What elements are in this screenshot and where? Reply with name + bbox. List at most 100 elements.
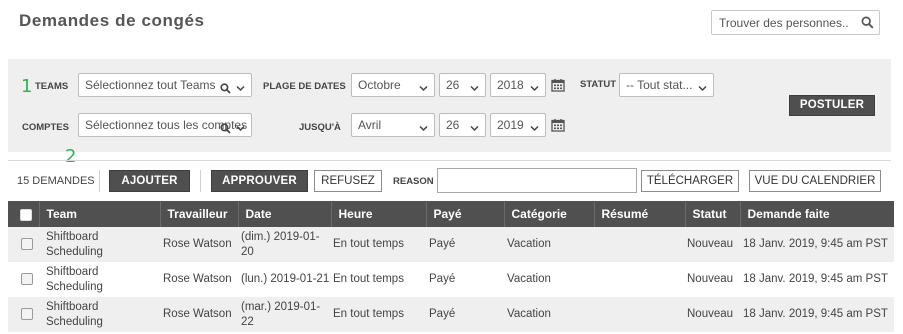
calendar-view-button[interactable]: VUE DU CALENDRIER (749, 170, 881, 192)
from-day-select[interactable]: 26 (439, 73, 486, 97)
column-header-status[interactable]: Statut (685, 201, 741, 227)
reason-input[interactable] (437, 168, 637, 193)
calendar-icon[interactable] (551, 78, 565, 95)
team-name-line1: Shiftboard (46, 300, 99, 313)
table-header-row: Team Travailleur Date Heure Payé Catégor… (8, 201, 894, 227)
requests-table: Team Travailleur Date Heure Payé Catégor… (8, 201, 894, 332)
divider (8, 160, 891, 161)
chevron-down-icon (235, 119, 246, 136)
table-row[interactable]: Shiftboard Scheduling Rose Watson (lun.) … (8, 262, 894, 297)
worker-cell: Rose Watson (160, 262, 238, 297)
table-row[interactable]: Shiftboard Scheduling Rose Watson (dim.) … (8, 227, 894, 262)
column-header-time[interactable]: Heure (331, 201, 427, 227)
date-cell: (dim.) 2019-01-20 (238, 227, 331, 262)
teams-select[interactable]: Sélectionnez tout Teams (78, 73, 252, 97)
chevron-down-icon (418, 119, 429, 136)
row-select-cell[interactable] (8, 262, 39, 297)
search-icon (220, 119, 231, 136)
date-cell: (lun.) 2019-01-21 (238, 262, 331, 297)
statut-select[interactable]: -- Tout stat... (619, 73, 714, 97)
step-marker-2: 2 (65, 146, 77, 167)
column-header-team[interactable]: Team (39, 201, 161, 227)
requested-cell: 18 Janv. 2019, 9:45 am PST (740, 262, 894, 297)
ajouter-button[interactable]: AJOUTER (109, 170, 190, 192)
search-icon[interactable] (861, 16, 874, 32)
row-select-cell[interactable] (8, 297, 39, 332)
to-year-value: 2019 (497, 118, 524, 132)
team-cell: Shiftboard Scheduling (39, 262, 160, 297)
telecharger-button[interactable]: TÉLÉCHARGER (641, 170, 739, 192)
table-row[interactable]: Shiftboard Scheduling Rose Watson (mar.) … (8, 297, 894, 332)
chevron-down-icon (529, 119, 540, 136)
time-cell: En tout temps (331, 227, 426, 262)
requested-cell: 18 Janv. 2019, 9:45 am PST (740, 227, 894, 262)
step-marker-1: 1 (21, 76, 33, 97)
statut-select-value: -- Tout stat... (626, 78, 693, 92)
from-month-select[interactable]: Octobre (351, 73, 435, 97)
teams-select-value: Sélectionnez tout Teams (85, 78, 216, 92)
date-cell: (mar.) 2019-01-22 (238, 297, 331, 332)
team-name-line2: Scheduling (46, 280, 103, 293)
divider (200, 170, 201, 192)
paid-cell: Payé (426, 262, 504, 297)
page-title: Demandes de congés (19, 11, 205, 30)
row-checkbox[interactable] (21, 307, 33, 320)
people-search[interactable] (711, 10, 880, 35)
row-checkbox[interactable] (21, 272, 33, 285)
column-header-date[interactable]: Date (238, 201, 332, 227)
select-all-cell[interactable] (8, 201, 40, 227)
requested-cell: 18 Janv. 2019, 9:45 am PST (740, 297, 894, 332)
time-cell: En tout temps (331, 297, 426, 332)
chevron-down-icon (469, 79, 480, 96)
category-cell: Vacation (504, 297, 594, 332)
comptes-select[interactable]: Sélectionnez tous les comptes (78, 113, 252, 137)
people-search-input[interactable] (712, 11, 850, 34)
column-header-requested[interactable]: Demande faite (740, 201, 894, 227)
row-checkbox[interactable] (21, 237, 33, 250)
status-cell: Nouveau (685, 262, 740, 297)
teams-label: TEAMS (35, 81, 69, 92)
postuler-button[interactable]: POSTULER (789, 95, 875, 116)
from-year-select[interactable]: 2018 (490, 73, 546, 97)
select-all-checkbox[interactable] (20, 208, 32, 221)
team-name-line1: Shiftboard (46, 265, 99, 278)
team-cell: Shiftboard Scheduling (39, 227, 160, 262)
refusez-button[interactable]: REFUSEZ (314, 170, 382, 192)
row-select-cell[interactable] (8, 227, 39, 262)
to-day-value: 26 (446, 118, 460, 132)
status-cell: Nouveau (685, 227, 740, 262)
approuver-button[interactable]: APPROUVER (211, 170, 308, 192)
team-name-line1: Shiftboard (46, 230, 99, 243)
comptes-label: COMPTES (22, 122, 69, 133)
reason-label: REASON (393, 176, 434, 187)
time-cell: En tout temps (331, 262, 426, 297)
search-icon (220, 79, 231, 96)
team-name-line2: Scheduling (46, 245, 103, 258)
chevron-down-icon (235, 79, 246, 96)
paid-cell: Payé (426, 227, 504, 262)
chevron-down-icon (697, 79, 708, 96)
to-month-select[interactable]: Avril (351, 113, 435, 137)
summary-cell (594, 227, 685, 262)
column-header-summary[interactable]: Résumé (594, 201, 686, 227)
date-range-label: PLAGE DE DATES (263, 81, 346, 92)
until-label: JUSQU'À (299, 122, 341, 133)
chevron-down-icon (529, 79, 540, 96)
column-header-paid[interactable]: Payé (426, 201, 505, 227)
column-header-category[interactable]: Catégorie (504, 201, 595, 227)
worker-cell: Rose Watson (160, 297, 238, 332)
to-day-select[interactable]: 26 (439, 113, 486, 137)
divider (99, 170, 100, 192)
from-day-value: 26 (446, 78, 460, 92)
summary-cell (594, 297, 685, 332)
status-cell: Nouveau (685, 297, 740, 332)
team-name-line2: Scheduling (46, 315, 103, 328)
summary-cell (594, 262, 685, 297)
to-year-select[interactable]: 2019 (490, 113, 546, 137)
category-cell: Vacation (504, 262, 594, 297)
calendar-icon[interactable] (551, 118, 565, 135)
filter-panel: 1 TEAMS Sélectionnez tout Teams COMPTES … (8, 59, 891, 152)
from-month-value: Octobre (358, 78, 401, 92)
paid-cell: Payé (426, 297, 504, 332)
column-header-worker[interactable]: Travailleur (160, 201, 239, 227)
